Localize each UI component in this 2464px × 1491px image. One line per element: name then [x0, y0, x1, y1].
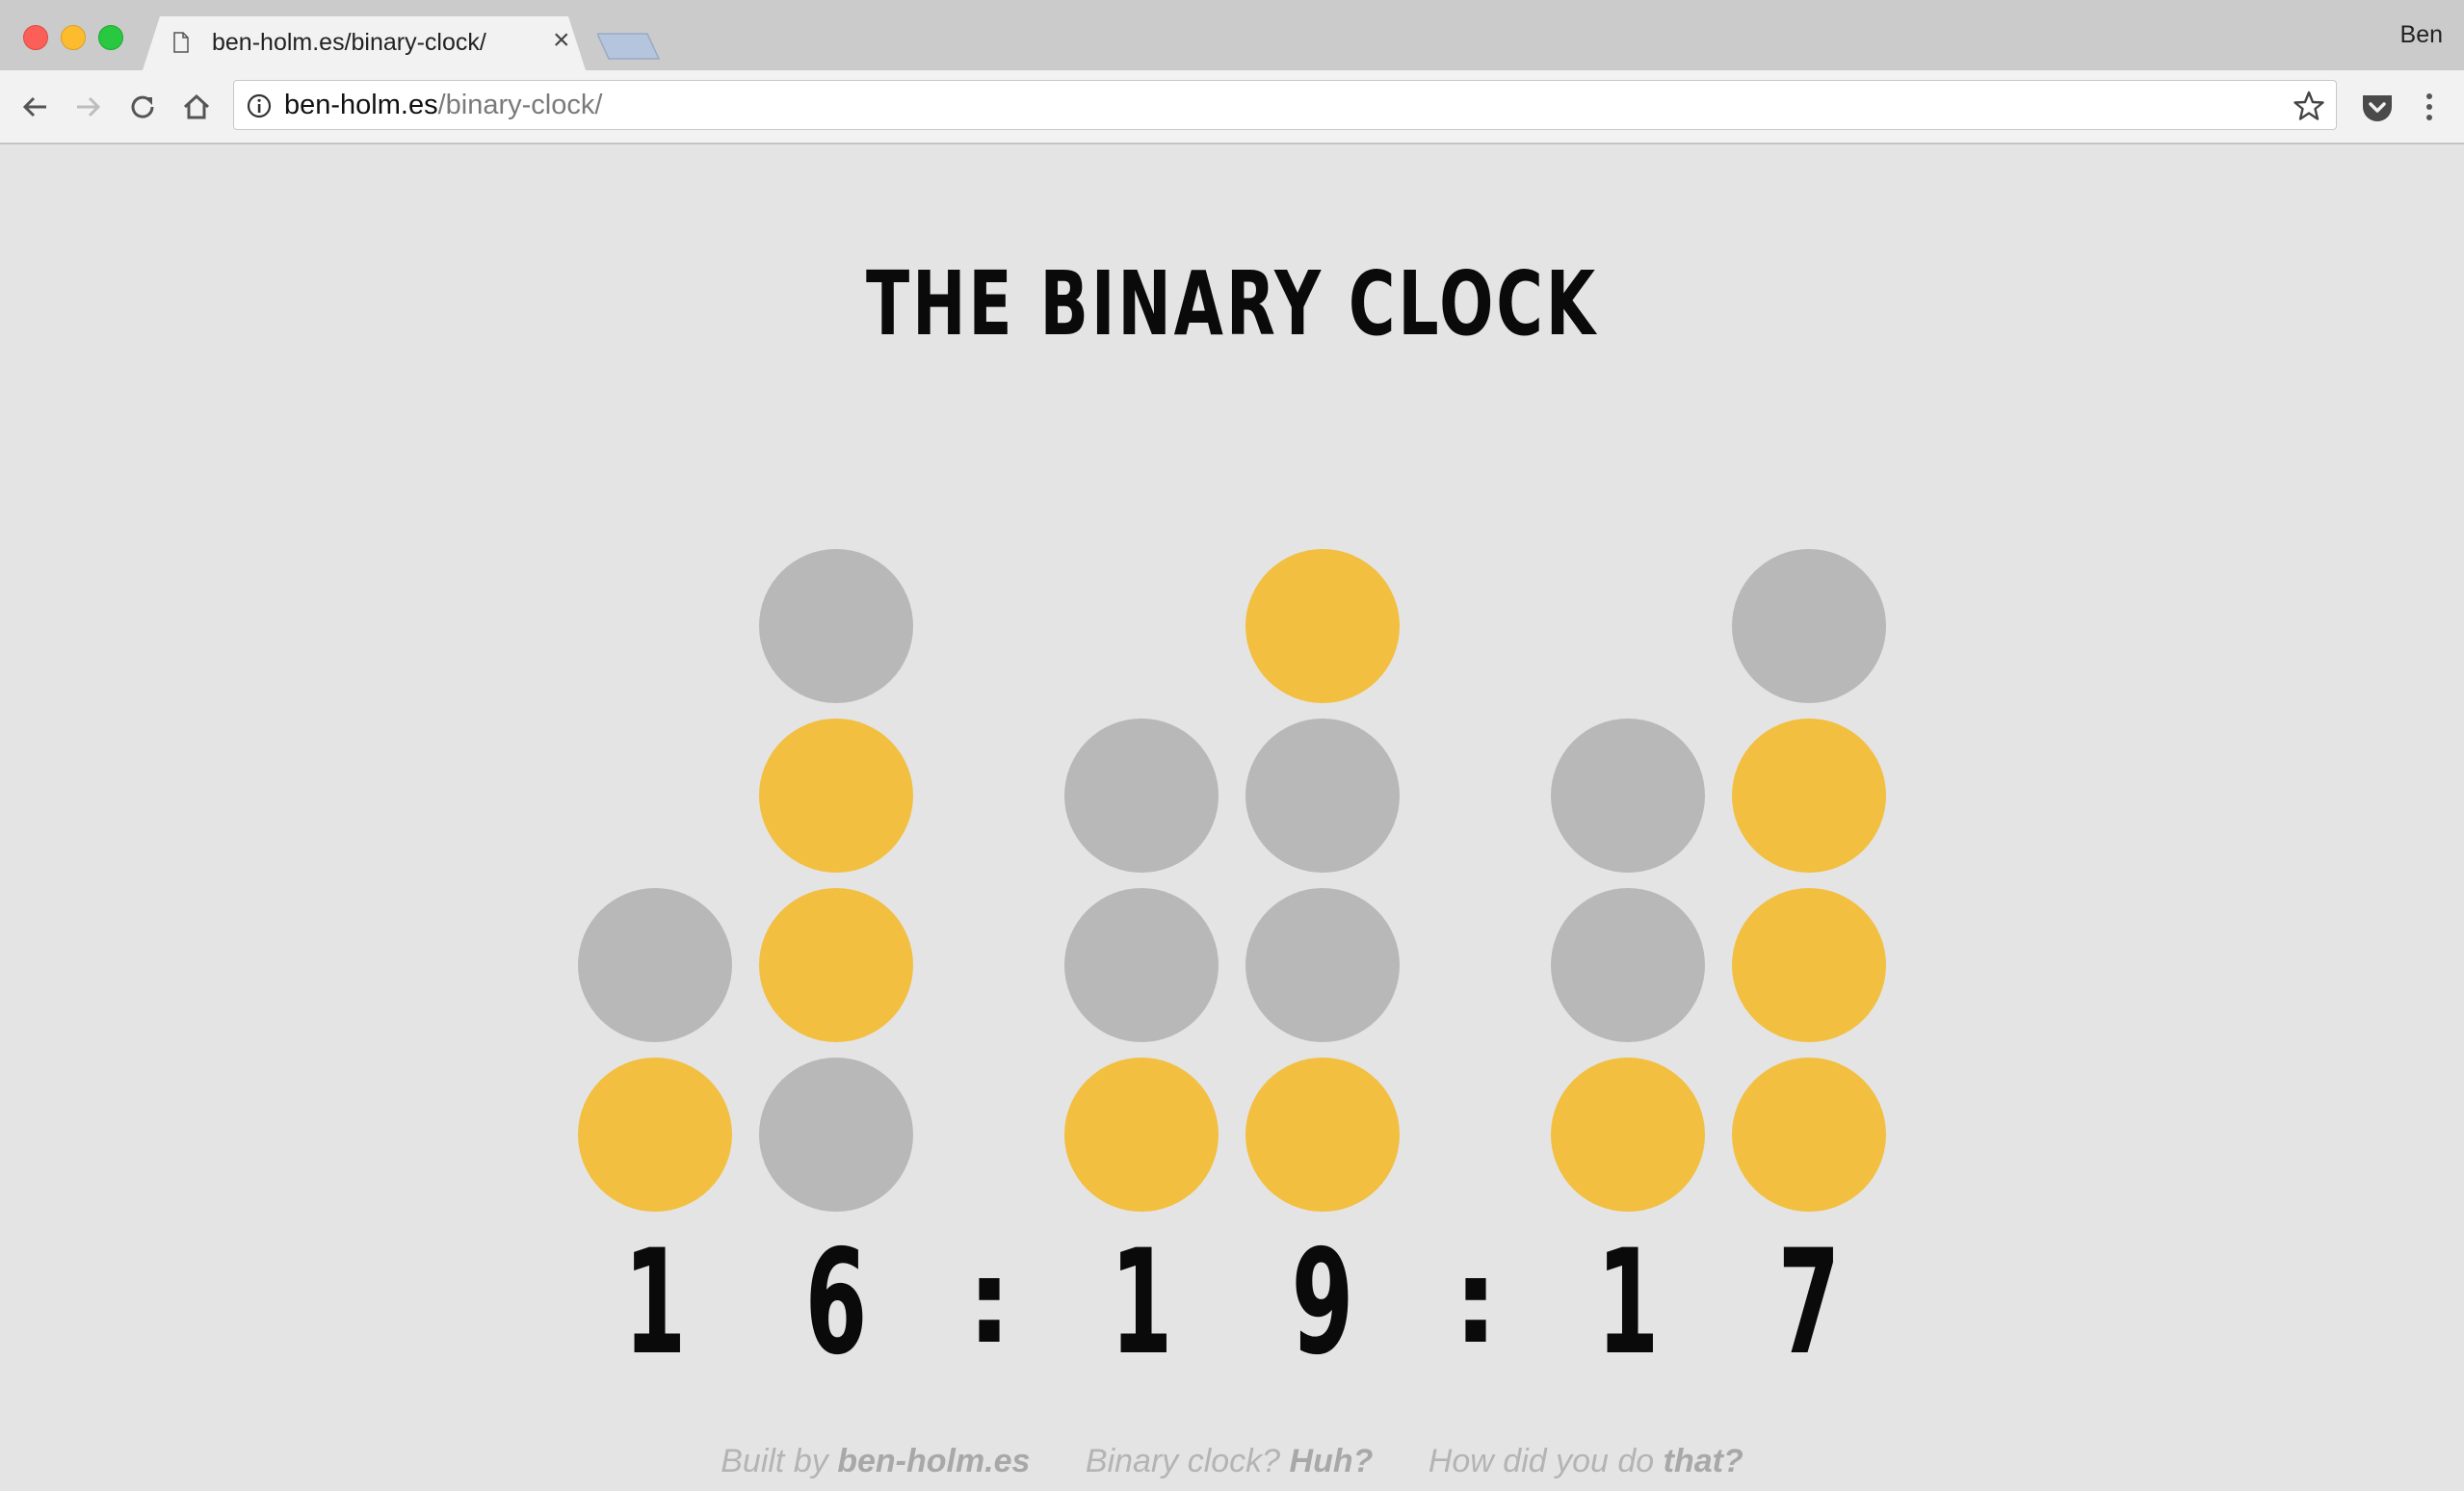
bit-dot-off [1245, 888, 1400, 1042]
clock-digit: 1 [623, 1219, 687, 1387]
bit-dot-off [1732, 549, 1886, 703]
star-icon[interactable] [2292, 89, 2326, 123]
bit-dot-on [578, 1058, 732, 1212]
bit-dot-off [1551, 719, 1705, 873]
zoom-window-button[interactable] [98, 25, 123, 50]
clock-column-seconds-tens [1550, 537, 1706, 1212]
clock-digit: 1 [1596, 1219, 1660, 1387]
clock-column-hours-tens [577, 537, 733, 1212]
footer-link-text: Huh? [1289, 1443, 1374, 1479]
footer-link-text: that? [1663, 1443, 1743, 1479]
bit-dot-on [1732, 888, 1886, 1042]
bit-dot-off [1064, 888, 1219, 1042]
footer: Built by ben-holm.es Binary clock? Huh? … [0, 1443, 2464, 1480]
bit-dot-on [1245, 549, 1400, 703]
footer-text: Binary clock? [1085, 1443, 1290, 1479]
info-icon[interactable] [246, 92, 273, 119]
pocket-icon[interactable] [2358, 88, 2397, 126]
bit-dot-off [1551, 888, 1705, 1042]
forward-icon[interactable] [69, 88, 108, 126]
footer-built-by-link[interactable]: Built by ben-holm.es [721, 1443, 1030, 1479]
bit-dot-on [759, 719, 913, 873]
clock-digit: 1 [1110, 1219, 1173, 1387]
tab-title: ben-holm.es/binary-clock/ [212, 29, 486, 56]
bit-dot-off [1064, 719, 1219, 873]
clock-digit: 7 [1777, 1219, 1841, 1387]
clock-column-minutes-tens [1063, 537, 1219, 1212]
browser-toolbar: ben-holm.es/binary-clock/ [0, 70, 2464, 144]
bit-dot-on [1245, 1058, 1400, 1212]
bit-dot-on [759, 888, 913, 1042]
clock-column-minutes-ones [1245, 537, 1401, 1212]
tab-binary-clock[interactable]: ben-holm.es/binary-clock/ × [143, 16, 586, 70]
menu-icon[interactable] [2418, 88, 2441, 126]
reload-icon[interactable] [123, 88, 162, 126]
footer-how-link[interactable]: How did you do that? [1429, 1443, 1743, 1479]
footer-text: How did you do [1428, 1443, 1664, 1479]
url-host: ben-holm.es [284, 90, 438, 120]
footer-huh-link[interactable]: Binary clock? Huh? [1086, 1443, 1374, 1479]
clock-separator: : [966, 1236, 1012, 1370]
tab-bar: ben-holm.es/binary-clock/ × Ben [0, 0, 2464, 70]
clock-digit: 9 [1291, 1219, 1354, 1387]
tab-close-button[interactable]: × [553, 26, 570, 55]
address-bar[interactable]: ben-holm.es/binary-clock/ [233, 80, 2337, 130]
new-tab-button[interactable] [597, 32, 661, 61]
url-text: ben-holm.es/binary-clock/ [284, 90, 602, 121]
minimize-window-button[interactable] [61, 25, 86, 50]
bit-dot-off [578, 888, 732, 1042]
clock-separator: : [1453, 1236, 1499, 1370]
bit-dot-off [759, 549, 913, 703]
url-path: /binary-clock/ [437, 90, 603, 120]
profile-name[interactable]: Ben [2400, 21, 2443, 49]
footer-link-text: ben-holm.es [837, 1443, 1031, 1479]
clock-column-hours-ones [758, 537, 914, 1212]
bit-dot-on [1732, 1058, 1886, 1212]
clock-column-seconds-ones [1731, 537, 1887, 1212]
bit-dot-off [1245, 719, 1400, 873]
bit-dot-off [759, 1058, 913, 1212]
page-title: THE BINARY CLOCK [866, 252, 1598, 355]
bit-dot-on [1732, 719, 1886, 873]
clock-digit: 6 [804, 1219, 868, 1387]
footer-text: Built by [721, 1443, 838, 1479]
home-icon[interactable] [177, 88, 216, 126]
back-icon[interactable] [15, 88, 54, 126]
bit-dot-on [1064, 1058, 1219, 1212]
close-window-button[interactable] [23, 25, 48, 50]
page-icon [173, 32, 189, 53]
bit-dot-on [1551, 1058, 1705, 1212]
